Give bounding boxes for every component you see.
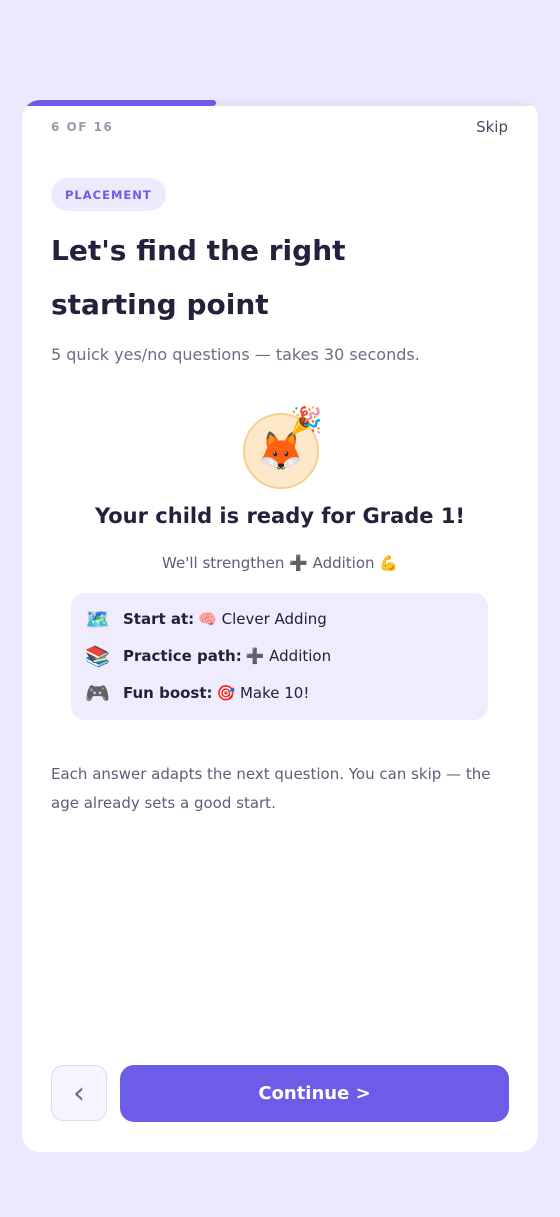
plan-row-label: Start at: xyxy=(123,610,195,628)
books-icon: 📚 xyxy=(85,644,110,668)
plan-row-value: ➕ Addition xyxy=(245,647,332,665)
step-counter: 6 OF 16 xyxy=(51,120,114,134)
plan-row-label: Fun boost: xyxy=(123,684,213,702)
party-popper-icon: 🎉 xyxy=(290,406,323,436)
plan-row-practice: 📚 Practice path: ➕ Addition xyxy=(85,641,331,671)
strengthen-text: We'll strengthen ➕ Addition 💪 xyxy=(162,554,398,572)
plan-row-label: Practice path: xyxy=(123,647,242,665)
placement-badge: PLACEMENT xyxy=(51,178,166,211)
result-headline: Your child is ready for Grade 1! xyxy=(94,504,466,528)
progress-bar-fill xyxy=(22,100,216,106)
plan-row-value: 🧠 Clever Adding xyxy=(198,610,327,628)
plan-row-start: 🗺️ Start at: 🧠 Clever Adding xyxy=(85,604,327,634)
page-title: Let's find the right starting point xyxy=(51,234,346,321)
game-controller-icon: 🎮 xyxy=(85,681,110,705)
page-subtitle: 5 quick yes/no questions — takes 30 seco… xyxy=(51,345,420,364)
onboarding-card: 6 OF 16 Skip PLACEMENT Let's find the ri… xyxy=(22,100,538,1152)
progress-bar xyxy=(22,100,538,106)
skip-button[interactable]: Skip xyxy=(476,118,508,136)
continue-button[interactable]: Continue > xyxy=(120,1065,509,1122)
map-icon: 🗺️ xyxy=(85,607,110,631)
chevron-left-icon: ‹ xyxy=(73,1075,85,1111)
footnote-text: Each answer adapts the next question. Yo… xyxy=(51,765,491,812)
plan-row-fun-boost: 🎮 Fun boost: 🎯 Make 10! xyxy=(85,678,309,708)
plan-row-value: 🎯 Make 10! xyxy=(216,684,310,702)
back-button[interactable]: ‹ xyxy=(51,1065,107,1121)
plan-summary: 🗺️ Start at: 🧠 Clever Adding 📚 Practice … xyxy=(71,593,488,720)
